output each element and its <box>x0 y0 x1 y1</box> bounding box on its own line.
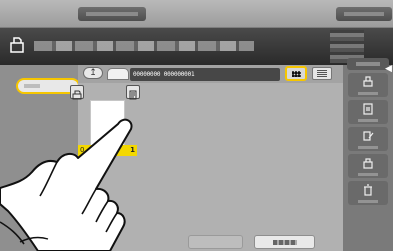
right-top-button[interactable] <box>347 58 389 70</box>
list-icon <box>317 70 327 77</box>
side-button-save[interactable] <box>348 100 388 124</box>
side-button-print[interactable] <box>348 73 388 97</box>
trash-icon <box>364 184 372 196</box>
device-screen: ↥ 00000000 000000001 0 1 ◀ <box>0 0 393 251</box>
grid-icon <box>292 71 301 77</box>
box-path: 00000000 000000001 <box>130 68 280 81</box>
header-title-blurred <box>34 41 254 51</box>
delete-box-icon <box>363 158 373 169</box>
box-icon-left[interactable] <box>70 85 84 100</box>
folder-tab-icon <box>107 68 129 80</box>
ok-button[interactable] <box>254 235 315 249</box>
disabled-button <box>188 235 243 249</box>
document-thumbnail[interactable] <box>90 100 125 147</box>
side-button-edit[interactable] <box>348 127 388 151</box>
print-icon <box>363 76 373 87</box>
top-bar <box>0 0 393 28</box>
folder-up-button[interactable]: ↥ <box>83 67 103 79</box>
file-panel: ↥ 00000000 000000001 0 1 <box>70 65 343 251</box>
left-column <box>0 65 80 251</box>
side-button-trash[interactable] <box>348 181 388 205</box>
thumbnail-label-left: 0 <box>80 146 85 154</box>
edit-icon <box>363 131 374 141</box>
file-toolbar: ↥ 00000000 000000001 <box>78 65 343 81</box>
function-column <box>343 58 393 251</box>
header-bar <box>0 28 393 65</box>
list-view-button[interactable] <box>312 67 332 80</box>
box-icon-right[interactable] <box>126 85 140 100</box>
top-right-button[interactable] <box>336 7 392 21</box>
side-button-box[interactable] <box>348 154 388 178</box>
top-left-button[interactable] <box>78 7 146 21</box>
thumbnail-view-button[interactable] <box>285 66 307 81</box>
document-box-icon <box>10 37 24 53</box>
thumbnail-label: 0 1 <box>78 145 137 156</box>
file-area: 0 1 <box>70 83 343 251</box>
chevron-left-icon[interactable]: ◀ <box>385 62 393 76</box>
save-icon <box>363 103 373 115</box>
thumbnail-label-right: 1 <box>130 146 135 154</box>
